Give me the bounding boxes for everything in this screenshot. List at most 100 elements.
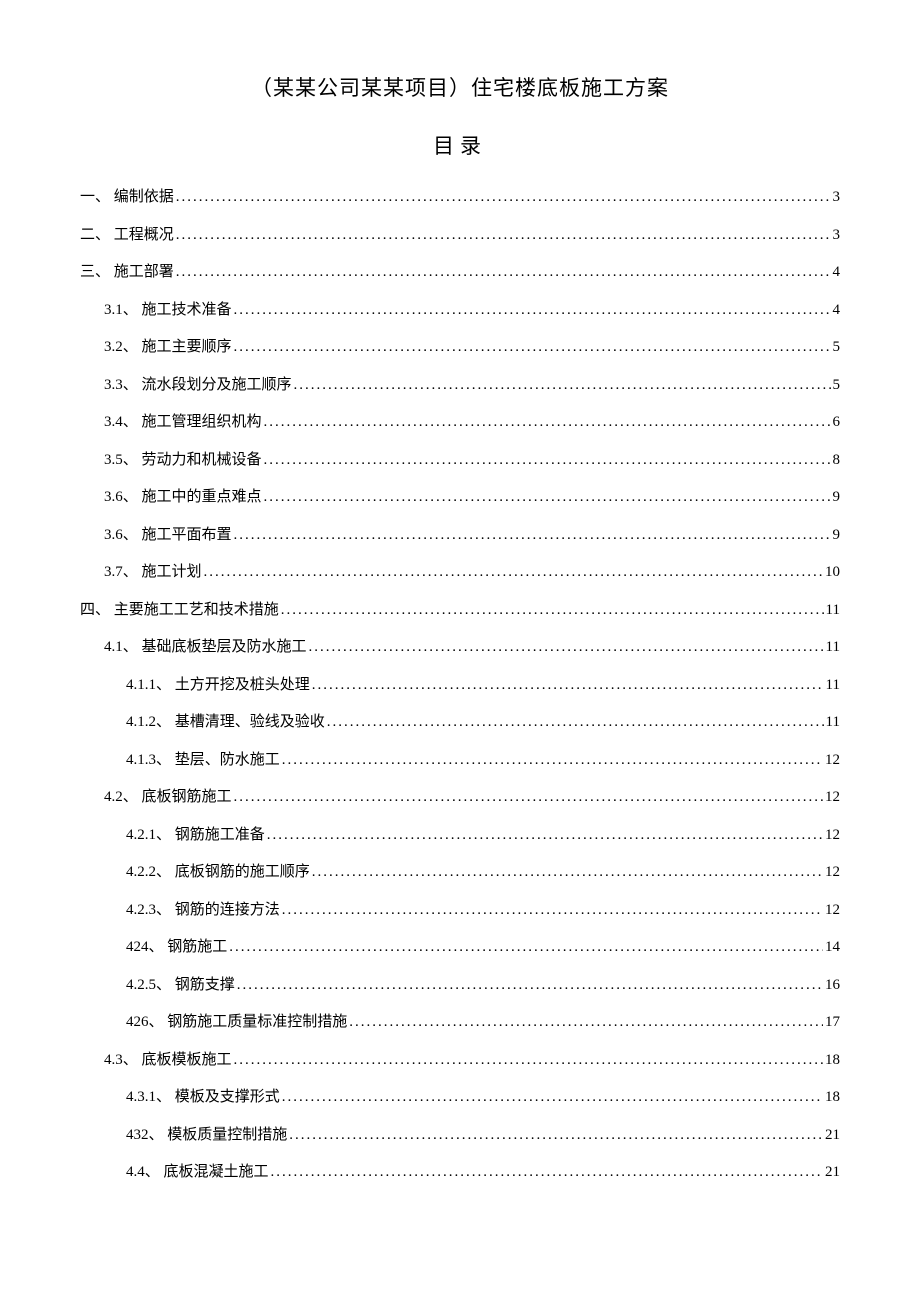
toc-entry-page: 4	[833, 303, 841, 318]
toc-entry-number: 4.3.1、	[126, 1090, 171, 1105]
toc-entry[interactable]: 四、 主要施工工艺和技术措施 11	[80, 603, 840, 618]
toc-entry-label: 4.1.3、 垫层、防水施工	[126, 753, 280, 768]
toc-entry[interactable]: 4.2.1、 钢筋施工准备 12	[80, 828, 840, 843]
toc-entry[interactable]: 3.4、 施工管理组织机构6	[80, 415, 840, 430]
toc-entry-page: 14	[825, 940, 840, 955]
toc-entry-label: 三、 施工部署	[80, 265, 174, 280]
toc-entry-page: 18	[825, 1053, 840, 1068]
toc-entry-label: 4.1.2、 基槽清理、验线及验收	[126, 715, 325, 730]
toc-entry-number: 4.2.1、	[126, 828, 171, 843]
toc-entry-label: 3.1、 施工技术准备	[104, 303, 232, 318]
toc-entry[interactable]: 3.6、 施工中的重点难点9	[80, 490, 840, 505]
toc-entry[interactable]: 4.1.3、 垫层、防水施工 12	[80, 753, 840, 768]
toc-entry-page: 5	[833, 378, 841, 393]
toc-entry[interactable]: 三、 施工部署4	[80, 265, 840, 280]
toc-entry-page: 5	[833, 340, 841, 355]
toc-entry[interactable]: 4.2.2、 底板钢筋的施工顺序12	[80, 865, 840, 880]
toc-entry[interactable]: 4.3.1、 模板及支撑形式18	[80, 1090, 840, 1105]
toc-entry[interactable]: 4.4、 底板混凝土施工21	[80, 1165, 840, 1180]
toc-entry-label: 3.3、 流水段划分及施工顺序	[104, 378, 292, 393]
toc-leader-dots	[264, 415, 831, 430]
document-title: （某某公司某某项目）住宅楼底板施工方案	[80, 72, 840, 102]
toc-entry-text: 主要施工工艺和技术措施	[110, 602, 279, 618]
toc-entry-number: 4.4、	[126, 1165, 160, 1180]
toc-entry[interactable]: 4.2、 底板钢筋施工12	[80, 790, 840, 805]
toc-entry-text: 垫层、防水施工	[171, 752, 280, 768]
toc-entry-page: 6	[833, 415, 841, 430]
toc-leader-dots	[234, 303, 831, 318]
toc-leader-dots	[229, 940, 823, 955]
toc-entry[interactable]: 3.2、 施工主要顺序5	[80, 340, 840, 355]
toc-entry-number: 424、	[126, 940, 164, 955]
toc-entry[interactable]: 4.1.2、 基槽清理、验线及验收11	[80, 715, 840, 730]
toc-entry-number: 4.1.2、	[126, 715, 171, 730]
toc-leader-dots	[349, 1015, 823, 1030]
toc-entry-label: 3.5、 劳动力和机械设备	[104, 453, 262, 468]
toc-entry-label: 3.7、 施工计划	[104, 565, 202, 580]
toc-leader-dots	[176, 190, 831, 205]
toc-entry[interactable]: 4.3、 底板模板施工 18	[80, 1053, 840, 1068]
toc-entry-number: 四、	[80, 603, 110, 618]
toc-entry-text: 施工平面布置	[138, 527, 232, 543]
toc-entry-text: 基槽清理、验线及验收	[171, 714, 325, 730]
toc-leader-dots	[282, 753, 823, 768]
toc-entry-page: 10	[825, 565, 840, 580]
toc-entry-page: 8	[833, 453, 841, 468]
toc-entry-text: 钢筋施工准备	[171, 827, 265, 843]
toc-entry-page: 12	[825, 828, 840, 843]
toc-entry-page: 3	[833, 190, 841, 205]
toc-entry[interactable]: 4.1、 基础底板垫层及防水施工11	[80, 640, 840, 655]
toc-entry-text: 施工技术准备	[138, 302, 232, 318]
toc-entry[interactable]: 3.1、 施工技术准备 4	[80, 303, 840, 318]
toc-entry-number: 3.7、	[104, 565, 138, 580]
toc-leader-dots	[294, 378, 831, 393]
toc-entry-label: 424、 钢筋施工	[126, 940, 227, 955]
toc-entry[interactable]: 二、 工程概况3	[80, 228, 840, 243]
toc-entry-page: 12	[825, 753, 840, 768]
table-of-contents: 一、 编制依据3 二、 工程概况3 三、 施工部署4 3.1、 施工技术准备 4 3.2、…	[80, 190, 840, 1180]
toc-leader-dots	[312, 865, 823, 880]
toc-entry-text: 模板质量控制措施	[164, 1127, 288, 1143]
toc-entry-label: 4.3、 底板模板施工	[104, 1053, 232, 1068]
toc-entry-page: 9	[833, 490, 841, 505]
toc-entry-number: 二、	[80, 228, 110, 243]
toc-entry-number: 4.1.1、	[126, 678, 171, 693]
toc-entry[interactable]: 3.5、 劳动力和机械设备 8	[80, 453, 840, 468]
toc-entry-number: 三、	[80, 265, 110, 280]
toc-entry-page: 18	[825, 1090, 840, 1105]
toc-entry-label: 432、 模板质量控制措施	[126, 1128, 287, 1143]
toc-entry[interactable]: 424、 钢筋施工 14	[80, 940, 840, 955]
toc-entry-text: 底板钢筋施工	[138, 789, 232, 805]
toc-entry[interactable]: 3.7、 施工计划 10	[80, 565, 840, 580]
toc-entry-page: 12	[825, 790, 840, 805]
toc-entry-number: 4.3、	[104, 1053, 138, 1068]
toc-entry-label: 4.1.1、 土方开挖及桩头处理	[126, 678, 310, 693]
toc-entry-text: 土方开挖及桩头处理	[171, 677, 310, 693]
toc-entry-label: 3.6、 施工平面布置	[104, 528, 232, 543]
toc-entry-number: 4.1.3、	[126, 753, 171, 768]
toc-entry-page: 12	[825, 903, 840, 918]
toc-entry-label: 4.2.2、 底板钢筋的施工顺序	[126, 865, 310, 880]
toc-entry-text: 钢筋施工质量标准控制措施	[164, 1014, 348, 1030]
toc-heading: 目录	[80, 130, 840, 160]
toc-entry-text: 钢筋支撑	[171, 977, 235, 993]
toc-entry[interactable]: 4.1.1、 土方开挖及桩头处理11	[80, 678, 840, 693]
toc-entry[interactable]: 一、 编制依据3	[80, 190, 840, 205]
toc-entry[interactable]: 426、 钢筋施工质量标准控制措施17	[80, 1015, 840, 1030]
toc-entry-page: 11	[826, 640, 840, 655]
toc-leader-dots	[327, 715, 824, 730]
toc-entry-label: 4.2.5、 钢筋支撑	[126, 978, 235, 993]
toc-entry-text: 底板混凝土施工	[160, 1164, 269, 1180]
toc-leader-dots	[281, 603, 824, 618]
toc-entry-page: 11	[826, 603, 840, 618]
toc-leader-dots	[289, 1128, 823, 1143]
toc-entry-label: 4.2.3、 钢筋的连接方法	[126, 903, 280, 918]
toc-entry[interactable]: 3.3、 流水段划分及施工顺序 5	[80, 378, 840, 393]
toc-entry[interactable]: 4.2.5、 钢筋支撑16	[80, 978, 840, 993]
toc-entry[interactable]: 3.6、 施工平面布置9	[80, 528, 840, 543]
toc-entry-number: 3.3、	[104, 378, 138, 393]
toc-entry-text: 基础底板垫层及防水施工	[138, 639, 307, 655]
toc-entry[interactable]: 4.2.3、 钢筋的连接方法 12	[80, 903, 840, 918]
toc-entry-page: 3	[833, 228, 841, 243]
toc-entry[interactable]: 432、 模板质量控制措施21	[80, 1128, 840, 1143]
